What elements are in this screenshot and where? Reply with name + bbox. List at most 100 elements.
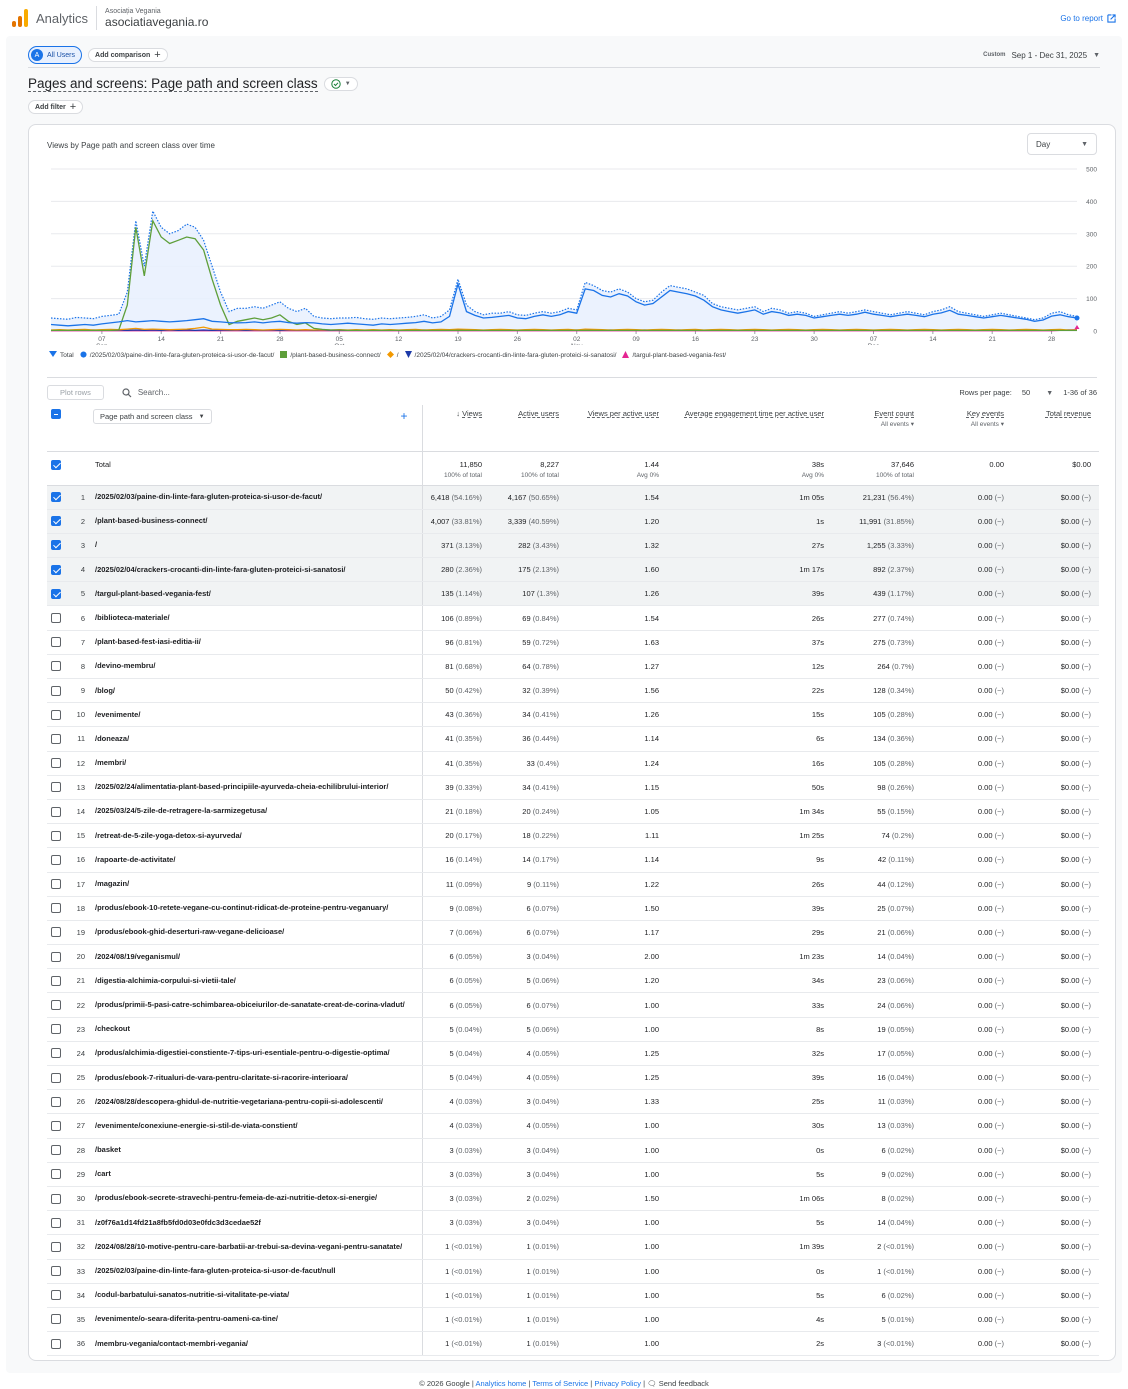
page-path[interactable]: /produs/primii-5-pasi-catre-schimbarea-o…: [95, 1000, 405, 1009]
page-path[interactable]: /2024/08/28/10-motive-pentru-care-barbat…: [95, 1242, 402, 1251]
add-filter-button[interactable]: Add filter +: [28, 100, 84, 114]
col-key-events[interactable]: Key events All events ▾: [922, 405, 1012, 452]
table-row[interactable]: 3/371 (3.13%) 282 (3.43%) 1.32 27s 1,255 (3.…: [47, 533, 1099, 559]
table-row[interactable]: 26/2024/08/28/descopera-ghidul-de-nutrit…: [47, 1089, 1099, 1115]
table-row[interactable]: 25/produs/ebook-7-ritualuri-de-vara-pent…: [47, 1065, 1099, 1091]
table-row[interactable]: 4/2025/02/04/crackers-crocanti-din-linte…: [47, 557, 1099, 583]
page-path[interactable]: /codul-barbatului-sanatos-nutritie-si-vi…: [95, 1290, 289, 1299]
legend-item[interactable]: /2025/02/03/paine-din-linte-fara-gluten-…: [80, 350, 274, 360]
total-checkbox[interactable]: [51, 459, 61, 470]
table-row[interactable]: 18/produs/ebook-10-retete-vegane-cu-cont…: [47, 896, 1099, 921]
row-checkbox[interactable]: [51, 1266, 61, 1277]
send-feedback-link[interactable]: Send feedback: [659, 1379, 709, 1388]
legend-item[interactable]: /: [386, 350, 399, 360]
page-path[interactable]: /2024/08/19/veganismul/: [95, 952, 180, 961]
table-row[interactable]: 17/magazin/11 (0.09%) 9 (0.11%) 1.22 26s 44 …: [47, 872, 1099, 897]
search-box[interactable]: Search...: [122, 387, 170, 398]
row-checkbox[interactable]: [51, 854, 61, 865]
table-row[interactable]: 30/produs/ebook-secrete-stravechi-pentru…: [47, 1186, 1099, 1212]
row-checkbox[interactable]: [51, 1241, 61, 1252]
legend-item[interactable]: /2025/02/04/crackers-crocanti-din-linte-…: [404, 350, 616, 360]
dimension-select[interactable]: Page path and screen class ▼: [93, 409, 212, 424]
table-row[interactable]: 2/plant-based-business-connect/4,007 (33…: [47, 509, 1099, 534]
table-row[interactable]: 23/checkout 5 (0.04%) 5 (0.06%) 1.00 8s 19 (0…: [47, 1017, 1099, 1042]
page-path[interactable]: /produs/ebook-secrete-stravechi-pentru-f…: [95, 1193, 377, 1202]
table-row[interactable]: 35/evenimente/o-seara-diferita-pentru-oa…: [47, 1307, 1099, 1333]
page-path[interactable]: /magazin/: [95, 879, 129, 888]
page-path[interactable]: /2025/02/03/paine-din-linte-fara-gluten-…: [95, 492, 322, 501]
report-status-chip[interactable]: ▼: [323, 77, 358, 91]
table-row[interactable]: 22/produs/primii-5-pasi-catre-schimbarea…: [47, 992, 1099, 1018]
table-row[interactable]: 13/2025/02/24/alimentatia-plant-based-pr…: [47, 775, 1099, 800]
go-to-report-link[interactable]: Go to report: [1060, 14, 1116, 23]
row-checkbox[interactable]: [51, 758, 61, 769]
row-checkbox[interactable]: [51, 637, 61, 648]
table-row[interactable]: 15/retreat-de-5-zile-yoga-detox-si-ayurv…: [47, 823, 1099, 849]
page-path[interactable]: /digestia-alchimia-corpului-si-vietii-ta…: [95, 976, 236, 985]
event-filter-select[interactable]: All events ▾: [832, 420, 914, 428]
row-checkbox[interactable]: [51, 1024, 61, 1035]
col-event-count[interactable]: Event count All events ▾: [832, 405, 922, 452]
page-path[interactable]: /targul-plant-based-vegania-fest/: [95, 589, 211, 598]
page-path[interactable]: /produs/ebook-7-ritualuri-de-vara-pentru…: [95, 1073, 348, 1082]
row-checkbox[interactable]: [51, 975, 61, 986]
table-row[interactable]: 29/cart 3 (0.03%) 3 (0.04%) 1.00 5s 9 (0.02%)…: [47, 1162, 1099, 1187]
row-checkbox[interactable]: [51, 903, 61, 914]
table-row[interactable]: 32/2024/08/28/10-motive-pentru-care-barb…: [47, 1234, 1099, 1260]
page-path[interactable]: /2025/02/04/crackers-crocanti-din-linte-…: [95, 565, 346, 574]
row-checkbox[interactable]: [51, 806, 61, 817]
table-row[interactable]: 27/evenimente/conexiune-energie-si-stil-…: [47, 1113, 1099, 1139]
row-checkbox[interactable]: [51, 685, 61, 696]
row-checkbox[interactable]: [51, 830, 61, 841]
table-row[interactable]: 28/basket 3 (0.03%) 3 (0.04%) 1.00 0s 6 (0.02…: [47, 1138, 1099, 1163]
row-checkbox[interactable]: [51, 492, 61, 503]
table-row[interactable]: 9/blog/50 (0.42%) 32 (0.39%) 1.56 22s 128 (0…: [47, 678, 1099, 704]
table-row[interactable]: 33/2025/02/03/paine-din-linte-fara-glute…: [47, 1259, 1099, 1284]
row-checkbox[interactable]: [51, 709, 61, 720]
analytics-home-link[interactable]: Analytics home: [475, 1379, 526, 1388]
table-row[interactable]: 19/produs/ebook-ghid-deserturi-raw-vegan…: [47, 920, 1099, 946]
table-row[interactable]: 8/devino-membru/81 (0.68%) 64 (0.78%) 1.27…: [47, 654, 1099, 680]
account-picker[interactable]: Asociația Vegania asociatiavegania.ro: [105, 8, 208, 29]
table-row[interactable]: 31/z0f76a1d14fd21a8fb5fd0d03e0fdc3d3ceda…: [47, 1210, 1099, 1236]
row-checkbox[interactable]: [51, 733, 61, 744]
page-path[interactable]: /membru-vegania/contact-membri-vegania/: [95, 1339, 248, 1348]
row-checkbox[interactable]: [51, 1169, 61, 1180]
terms-link[interactable]: Terms of Service: [532, 1379, 588, 1388]
table-row[interactable]: 24/produs/alchimia-digestiei-constiente-…: [47, 1041, 1099, 1067]
page-path[interactable]: /evenimente/conexiune-energie-si-stil-de…: [95, 1121, 298, 1130]
table-row[interactable]: 10/evenimente/43 (0.36%) 34 (0.41%) 1.26 15…: [47, 702, 1099, 728]
row-checkbox[interactable]: [51, 951, 61, 962]
table-row[interactable]: 7/plant-based-fest-iasi-editia-ii/96 (0.…: [47, 630, 1099, 655]
rows-per-page-select[interactable]: 50 ▼: [1022, 388, 1053, 397]
table-row[interactable]: 14/2025/03/24/5-zile-de-retragere-la-sar…: [47, 799, 1099, 825]
add-dimension-button[interactable]: +: [400, 409, 407, 423]
add-comparison-button[interactable]: Add comparison +: [88, 48, 168, 62]
page-path[interactable]: /2025/02/03/paine-din-linte-fara-gluten-…: [95, 1266, 335, 1275]
legend-item[interactable]: /plant-based-business-connect/: [280, 350, 381, 360]
table-row[interactable]: 34/codul-barbatului-sanatos-nutritie-si-…: [47, 1283, 1099, 1308]
row-checkbox[interactable]: [51, 613, 61, 624]
page-path[interactable]: /cart: [95, 1169, 111, 1178]
page-path[interactable]: /evenimente/o-seara-diferita-pentru-oame…: [95, 1314, 278, 1323]
row-checkbox[interactable]: [51, 1217, 61, 1228]
page-path[interactable]: /rapoarte-de-activitate/: [95, 855, 175, 864]
select-all-checkbox[interactable]: [51, 409, 61, 420]
row-checkbox[interactable]: [51, 1193, 61, 1204]
row-checkbox[interactable]: [51, 1290, 61, 1301]
date-range-picker[interactable]: Custom Sep 1 - Dec 31, 2025 ▼: [983, 51, 1100, 60]
legend-item[interactable]: /targul-plant-based-vegania-fest/: [622, 350, 726, 360]
row-checkbox[interactable]: [51, 1338, 61, 1349]
page-path[interactable]: /: [95, 540, 97, 549]
row-checkbox[interactable]: [51, 588, 61, 599]
col-views[interactable]: ↓ Views: [422, 405, 490, 452]
col-avg-engagement[interactable]: Average engagement time per active user: [667, 405, 832, 452]
page-path[interactable]: /2024/08/28/descopera-ghidul-de-nutritie…: [95, 1097, 383, 1106]
col-views-per-user[interactable]: Views per active user: [567, 405, 667, 452]
page-path[interactable]: /produs/ebook-ghid-deserturi-raw-vegane-…: [95, 927, 284, 936]
row-checkbox[interactable]: [51, 782, 61, 793]
page-path[interactable]: /z0f76a1d14fd21a8fb5fd0d03e0fdc3d3cedae5…: [95, 1218, 261, 1227]
page-path[interactable]: /biblioteca-materiale/: [95, 613, 170, 622]
row-checkbox[interactable]: [51, 564, 61, 575]
row-checkbox[interactable]: [51, 879, 61, 890]
